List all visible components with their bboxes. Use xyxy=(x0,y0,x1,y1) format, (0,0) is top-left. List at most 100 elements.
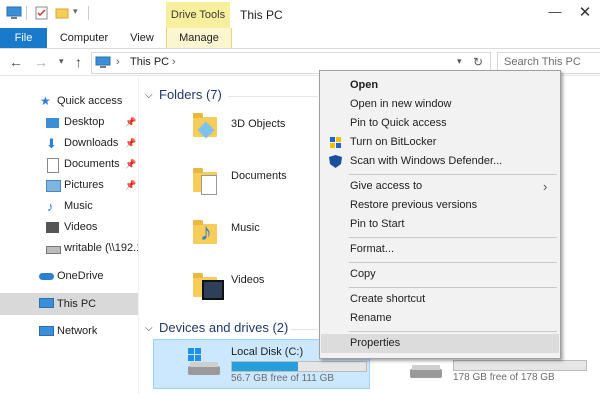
sidebar-item-label: Desktop xyxy=(64,116,105,128)
menu-item-restore-versions[interactable]: Restore previous versions xyxy=(321,196,559,215)
menu-item-rename[interactable]: Rename xyxy=(321,309,559,328)
menu-item-open[interactable]: Open xyxy=(321,76,559,95)
menu-item-properties[interactable]: Properties xyxy=(321,334,559,353)
navigation-pane: ★ Quick access Desktop 📌 ⬇ Downloads 📌 D… xyxy=(0,77,139,394)
forward-icon[interactable]: → xyxy=(34,54,48,70)
menu-item-open-new-window[interactable]: Open in new window xyxy=(321,95,559,114)
network-drive-icon xyxy=(46,246,61,254)
tab-file[interactable]: File xyxy=(0,28,47,48)
ribbon-tabs: Computer View xyxy=(0,28,600,49)
drive-tools-context-tab[interactable]: Drive Tools xyxy=(166,2,230,28)
sidebar-item-label: Videos xyxy=(64,221,98,233)
sidebar-item-videos[interactable]: Videos xyxy=(0,217,138,238)
sidebar-item-desktop[interactable]: Desktop 📌 xyxy=(0,112,138,133)
videos-icon xyxy=(46,222,59,233)
drive-label: Local Disk (C:) xyxy=(231,346,304,358)
window-title: This PC xyxy=(240,8,283,22)
tab-manage[interactable]: Manage xyxy=(166,28,232,48)
music-icon: ♪ xyxy=(200,219,212,246)
folder-label[interactable]: Videos xyxy=(231,274,264,286)
chevron-right-icon[interactable]: › xyxy=(172,56,176,68)
pin-icon: 📌 xyxy=(125,138,137,148)
drive-icon[interactable] xyxy=(408,360,444,382)
sidebar-item-network[interactable]: Network xyxy=(0,321,138,342)
sidebar-item-documents[interactable]: Documents 📌 xyxy=(0,154,138,175)
network-icon xyxy=(39,326,54,336)
sidebar-item-pictures[interactable]: Pictures 📌 xyxy=(0,175,138,196)
folder-label[interactable]: Documents xyxy=(231,170,287,182)
breadcrumb[interactable]: This PC xyxy=(130,56,169,68)
chevron-down-icon[interactable]: ▾ xyxy=(457,56,462,67)
chevron-right-icon: › xyxy=(116,56,120,68)
menu-item-pin-start[interactable]: Pin to Start xyxy=(321,215,559,234)
menu-item-create-shortcut[interactable]: Create shortcut xyxy=(321,290,559,309)
document-icon xyxy=(47,158,59,173)
menu-item-pin-quick-access[interactable]: Pin to Quick access xyxy=(321,114,559,133)
separator xyxy=(26,6,27,20)
close-icon[interactable]: ✕ xyxy=(572,3,598,23)
sidebar-item-music[interactable]: ♪ Music xyxy=(0,196,138,217)
menu-separator xyxy=(349,331,557,332)
menu-separator xyxy=(349,287,557,288)
sidebar-item-network-drive[interactable]: writable (\\192.1 xyxy=(0,238,138,259)
drive-free-space: 178 GB free of 178 GB xyxy=(453,372,555,383)
menu-item-format[interactable]: Format... xyxy=(321,240,559,259)
devices-group-header[interactable]: Devices and drives (2) xyxy=(159,320,288,335)
chevron-right-icon: › xyxy=(543,179,548,194)
sidebar-item-this-pc[interactable]: This PC xyxy=(0,293,138,315)
folders-group-header[interactable]: Folders (7) xyxy=(159,87,222,102)
menu-item-label: Open in new window xyxy=(350,98,452,110)
tab-view[interactable]: View xyxy=(122,28,162,48)
menu-item-bitlocker[interactable]: Turn on BitLocker xyxy=(321,133,559,152)
collapse-icon[interactable]: ⌵ xyxy=(145,323,153,334)
recent-locations-icon[interactable]: ▾ xyxy=(59,56,64,67)
tab-computer[interactable]: Computer xyxy=(56,28,112,48)
sidebar-item-label: Documents xyxy=(64,158,120,170)
menu-item-label: Format... xyxy=(350,243,395,255)
menu-item-defender[interactable]: Scan with Windows Defender... xyxy=(321,152,559,171)
sidebar-item-label: Quick access xyxy=(57,95,123,107)
sidebar-item-label: Network xyxy=(57,325,98,337)
drive-usage-bar xyxy=(453,360,587,371)
collapse-icon[interactable]: ⌵ xyxy=(145,90,153,101)
up-icon[interactable]: ↑ xyxy=(75,54,82,70)
menu-item-label: Properties xyxy=(350,337,401,349)
sidebar-item-downloads[interactable]: ⬇ Downloads 📌 xyxy=(0,133,138,154)
star-icon: ★ xyxy=(40,94,51,108)
drive-usage-fill xyxy=(232,362,298,371)
sidebar-item-onedrive[interactable]: OneDrive xyxy=(0,266,138,287)
folder-label[interactable]: 3D Objects xyxy=(231,118,285,130)
menu-item-label: Turn on BitLocker xyxy=(350,136,437,148)
qat-dropdown-icon[interactable]: ▾ xyxy=(73,6,78,17)
menu-item-label: Restore previous versions xyxy=(350,199,478,211)
this-pc-icon xyxy=(39,298,54,308)
minimize-button[interactable]: — xyxy=(540,4,570,24)
menu-item-copy[interactable]: Copy xyxy=(321,265,559,284)
defender-icon xyxy=(329,155,342,168)
folder-label[interactable]: Music xyxy=(231,222,260,234)
new-folder-icon[interactable] xyxy=(55,6,69,20)
refresh-icon[interactable]: ↻ xyxy=(473,55,483,69)
pin-icon: 📌 xyxy=(125,159,137,169)
menu-separator xyxy=(349,174,557,175)
sidebar-item-quick-access[interactable]: ★ Quick access xyxy=(0,91,138,112)
group-divider xyxy=(228,96,318,97)
sidebar-item-label: Pictures xyxy=(64,179,104,191)
desktop-icon xyxy=(46,118,59,128)
menu-separator xyxy=(349,237,557,238)
shield-icon xyxy=(330,137,341,148)
menu-item-label: Open xyxy=(350,79,379,91)
film-icon xyxy=(202,280,224,300)
menu-item-give-access[interactable]: Give access to › xyxy=(321,177,559,196)
menu-item-label: Give access to xyxy=(350,180,423,192)
separator xyxy=(88,6,89,20)
back-icon[interactable]: ← xyxy=(9,54,23,70)
pin-icon: 📌 xyxy=(125,117,137,127)
menu-item-label: Scan with Windows Defender... xyxy=(350,155,503,167)
this-pc-icon xyxy=(6,6,22,19)
menu-item-label: Pin to Quick access xyxy=(350,117,447,129)
document-icon xyxy=(201,175,217,195)
properties-icon[interactable] xyxy=(35,6,49,20)
music-icon: ♪ xyxy=(47,199,54,214)
menu-item-label: Rename xyxy=(350,312,392,324)
